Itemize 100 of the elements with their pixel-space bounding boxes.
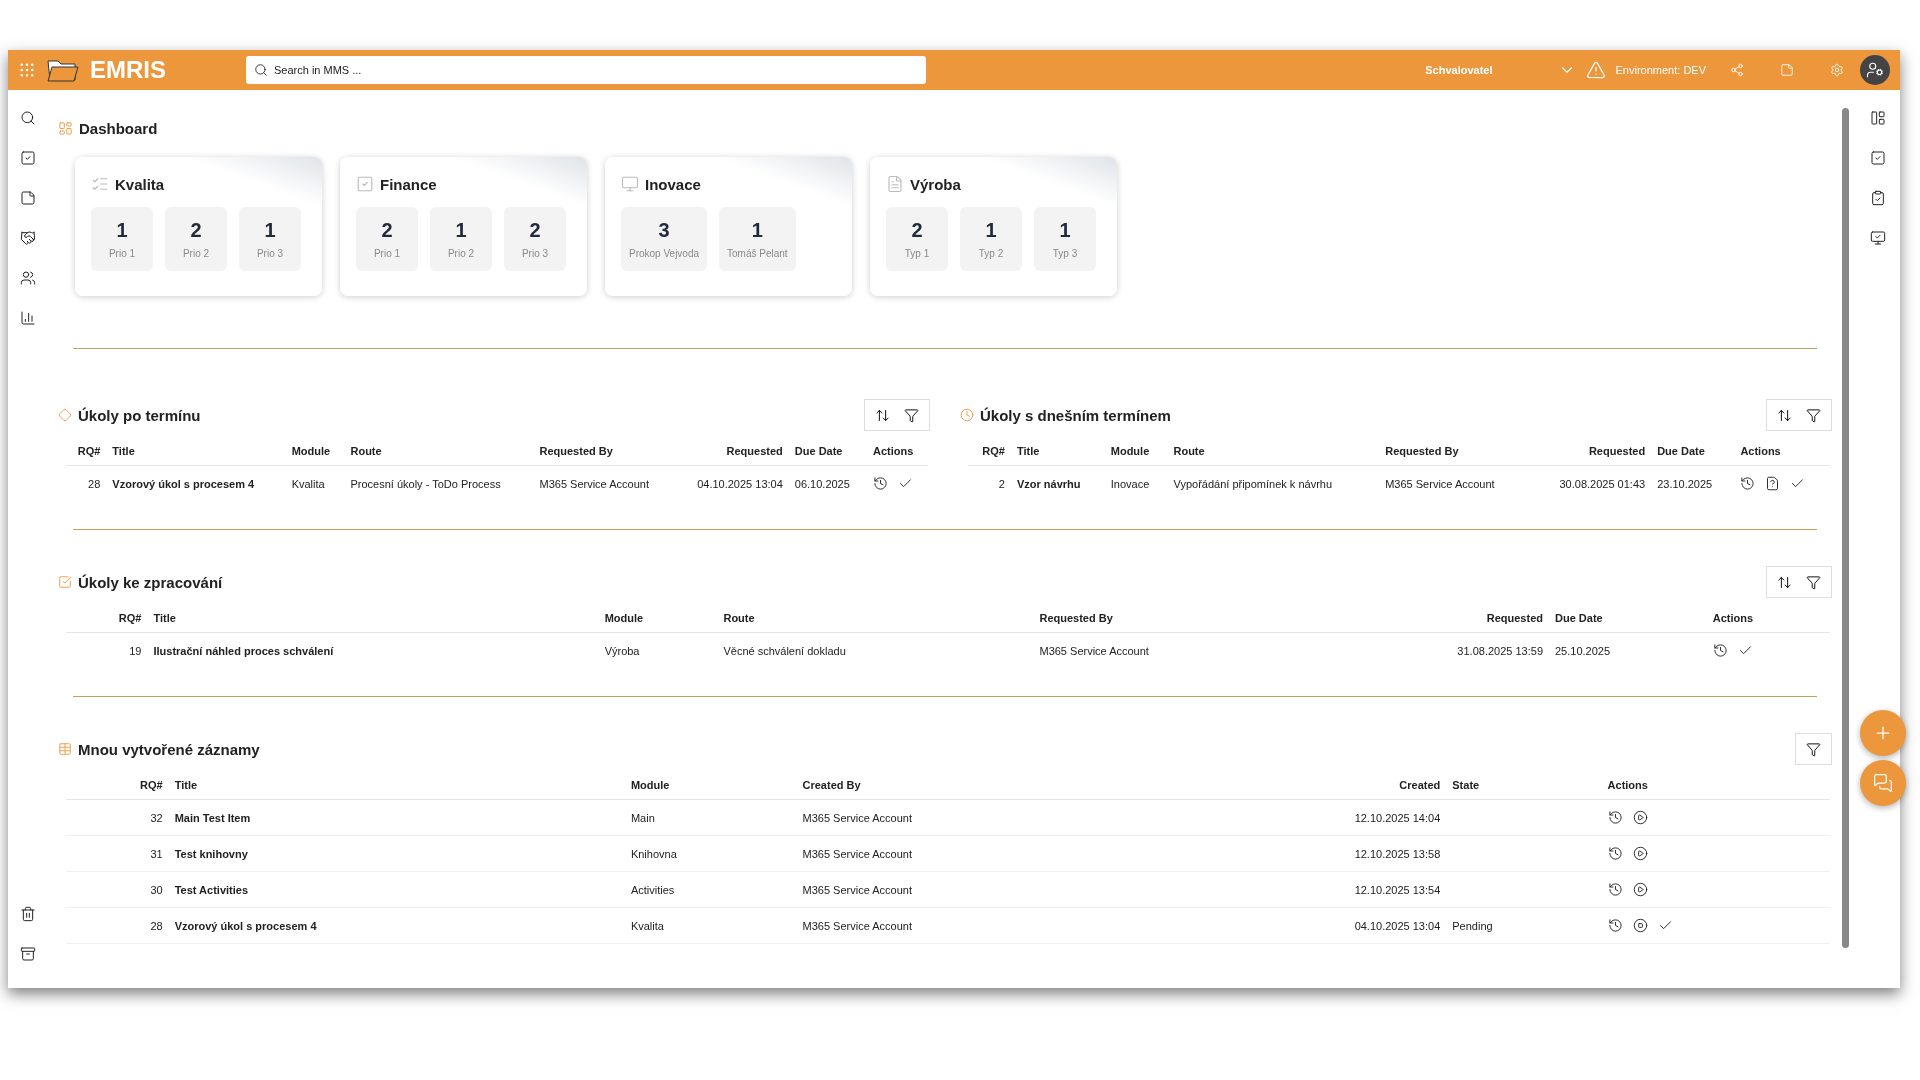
history-icon[interactable]: [1607, 882, 1623, 897]
count-tile[interactable]: 3 Prokop Vejvoda: [621, 207, 708, 271]
column-header[interactable]: Actions: [1734, 437, 1830, 466]
document-question-icon[interactable]: [1765, 476, 1781, 491]
count-value: 2: [911, 219, 923, 242]
count-tile[interactable]: 2 Prio 3: [504, 207, 566, 271]
column-header[interactable]: Actions: [866, 437, 928, 466]
logo-icon[interactable]: [46, 57, 80, 83]
count-tile[interactable]: 1 Prio 3: [239, 207, 301, 271]
column-header[interactable]: Requested: [675, 437, 789, 466]
column-header[interactable]: RQ#: [968, 437, 1011, 466]
filter-button[interactable]: [1806, 574, 1821, 590]
column-header[interactable]: Title: [1010, 437, 1105, 466]
play-icon[interactable]: [1632, 882, 1648, 897]
search-icon[interactable]: [20, 110, 36, 126]
column-header[interactable]: RQ#: [66, 437, 107, 466]
monitor-icon[interactable]: [1869, 230, 1886, 246]
play-icon[interactable]: [1632, 810, 1648, 825]
search-field[interactable]: Search in MMS ...: [246, 56, 926, 84]
count-value: 1: [455, 219, 467, 242]
column-header[interactable]: Actions: [1601, 771, 1830, 800]
table-cell: M365 Service Account: [1379, 465, 1530, 501]
column-header[interactable]: Requested By: [1033, 604, 1320, 633]
table-cell: 30.08.2025 01:43: [1529, 465, 1652, 501]
column-header[interactable]: Due Date: [1549, 604, 1707, 633]
count-tile[interactable]: 1 Prio 1: [91, 207, 153, 271]
sort-button[interactable]: [1777, 574, 1792, 590]
archive-icon[interactable]: [20, 946, 36, 962]
user-avatar[interactable]: [1860, 55, 1890, 85]
note-icon[interactable]: [20, 190, 36, 206]
column-header[interactable]: RQ#: [66, 604, 148, 633]
column-header[interactable]: Actions: [1706, 604, 1830, 633]
column-header[interactable]: Requested: [1529, 437, 1652, 466]
count-tile[interactable]: 1 Typ 3: [1034, 207, 1096, 271]
column-header[interactable]: RQ#: [66, 771, 169, 800]
count-tile[interactable]: 2 Typ 1: [886, 207, 948, 271]
column-header[interactable]: Title: [106, 437, 286, 466]
count-tile[interactable]: 2 Prio 2: [165, 207, 227, 271]
count-label: Prio 3: [256, 248, 284, 259]
column-header[interactable]: Title: [147, 604, 599, 633]
people-icon[interactable]: [20, 270, 36, 286]
count-value: 1: [985, 219, 997, 242]
history-icon[interactable]: [1740, 476, 1756, 491]
column-header[interactable]: Requested By: [1379, 437, 1530, 466]
column-header[interactable]: Due Date: [788, 437, 867, 466]
count-label: Prio 2: [447, 248, 475, 259]
table-cell: Kvalita: [624, 907, 797, 944]
sort-button[interactable]: [875, 407, 890, 423]
column-header[interactable]: Due Date: [1651, 437, 1735, 466]
user-gear-icon: [1866, 61, 1884, 79]
trash-icon[interactable]: [20, 906, 36, 922]
column-header[interactable]: Route: [717, 604, 1034, 633]
scrollbar[interactable]: [1842, 108, 1849, 948]
clipboard-check-icon[interactable]: [1869, 190, 1886, 206]
count-value: 1: [751, 219, 763, 242]
count-tile[interactable]: 1 Prio 2: [430, 207, 492, 271]
column-header[interactable]: Requested: [1319, 604, 1549, 633]
diamond-icon: [58, 408, 72, 422]
table-cell: Vzor návrhu: [1010, 465, 1105, 501]
column-header[interactable]: Module: [1104, 437, 1168, 466]
column-header[interactable]: Module: [285, 437, 345, 466]
table-cell: Test Activities: [168, 871, 625, 908]
layout-icon[interactable]: [1869, 110, 1886, 126]
column-header[interactable]: Created By: [796, 771, 1157, 800]
table-cell: 12.10.2025 13:58: [1156, 835, 1447, 872]
column-header[interactable]: State: [1446, 771, 1602, 800]
stop-icon[interactable]: [1632, 918, 1648, 933]
checkbox-icon[interactable]: [1869, 150, 1886, 166]
chat-icon: [1873, 773, 1893, 793]
document-icon: [886, 175, 904, 193]
table-cell: M365 Service Account: [533, 465, 675, 501]
column-header[interactable]: Requested By: [533, 437, 675, 466]
handshake-icon[interactable]: [20, 230, 36, 246]
sort-button[interactable]: [1777, 407, 1792, 423]
count-tile[interactable]: 2 Prio 1: [356, 207, 418, 271]
history-icon[interactable]: [1607, 846, 1623, 861]
column-header[interactable]: Route: [1167, 437, 1380, 466]
table-icon: [58, 742, 72, 756]
history-icon[interactable]: [872, 476, 888, 491]
table-cell: Main: [624, 799, 797, 836]
table-cell: M365 Service Account: [1033, 632, 1320, 668]
checkbox-icon[interactable]: [20, 150, 36, 166]
column-header[interactable]: Module: [624, 771, 797, 800]
column-header[interactable]: Route: [344, 437, 534, 466]
column-header[interactable]: Title: [168, 771, 625, 800]
column-header[interactable]: Created: [1156, 771, 1447, 800]
count-tile[interactable]: 1 Typ 2: [960, 207, 1022, 271]
bar-chart-icon[interactable]: [20, 310, 36, 326]
play-icon[interactable]: [1632, 846, 1648, 861]
history-icon[interactable]: [1712, 643, 1728, 658]
history-icon[interactable]: [1607, 918, 1623, 933]
count-tile[interactable]: 1 Tomáš Pelant: [719, 207, 796, 271]
history-icon[interactable]: [1607, 810, 1623, 825]
table-cell: Knihovna: [624, 835, 797, 872]
filter-button[interactable]: [1806, 741, 1821, 757]
clock-icon: [960, 408, 974, 422]
column-header[interactable]: Module: [598, 604, 718, 633]
filter-button[interactable]: [904, 407, 919, 423]
search-icon: [254, 63, 268, 77]
filter-button[interactable]: [1806, 407, 1821, 423]
